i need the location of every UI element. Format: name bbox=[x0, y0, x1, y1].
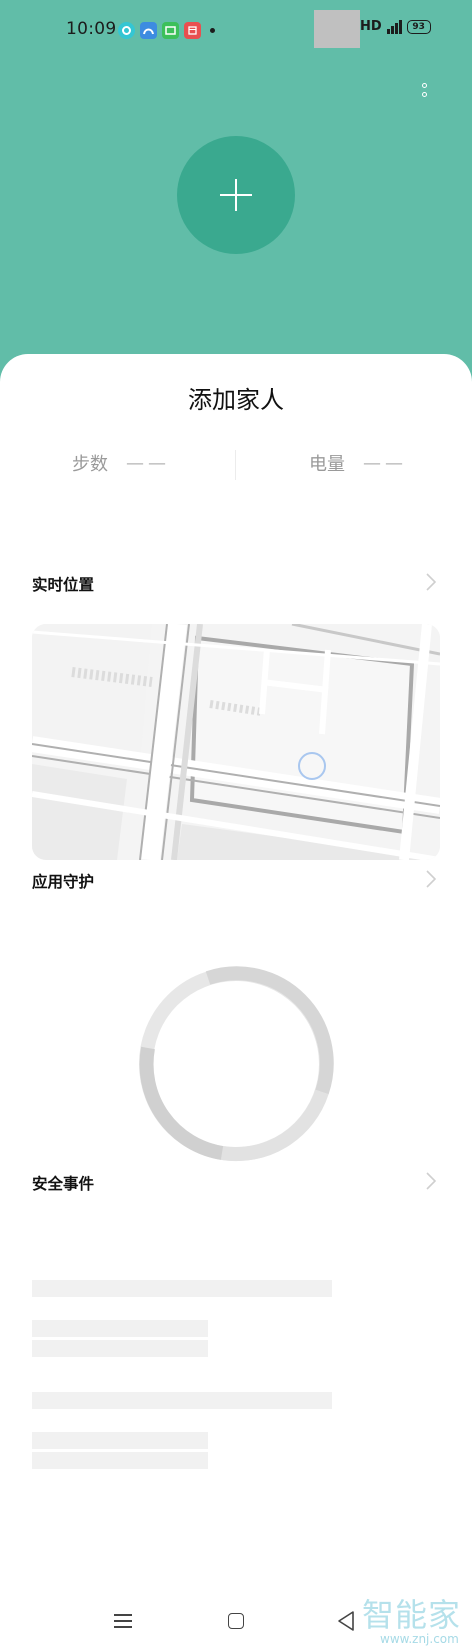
status-indicators: HD 93 bbox=[360, 19, 431, 34]
battery-stat: 电量 —— bbox=[309, 450, 407, 476]
battery-level: 93 bbox=[412, 21, 425, 32]
site-watermark: 智能家 www.znj.com bbox=[360, 1588, 472, 1651]
app-usage-ring-chart bbox=[139, 966, 334, 1162]
home-button[interactable] bbox=[228, 1613, 244, 1629]
security-events-section-title: 安全事件 bbox=[32, 1175, 95, 1193]
page: 10:09 HD 93 添加家人 步数 —— 电量 —— 实时位置 应用守护 安… bbox=[0, 0, 472, 1651]
security-events-chevron-icon[interactable] bbox=[424, 1171, 438, 1191]
recent-apps-button[interactable] bbox=[114, 1614, 132, 1628]
app-guard-section-title: 应用守护 bbox=[32, 873, 95, 891]
more-vertical-icon-dot bbox=[421, 92, 427, 97]
status-time: 10:09 bbox=[66, 19, 117, 39]
steps-stat: 步数 —— bbox=[72, 450, 170, 476]
app-guard-chevron-icon[interactable] bbox=[424, 869, 438, 889]
steps-value: —— bbox=[126, 452, 170, 474]
browser-notification-icon bbox=[140, 21, 157, 39]
signal-icon bbox=[386, 19, 402, 34]
watermark-text: 智能家 bbox=[362, 1596, 462, 1634]
more-notifications-dot bbox=[210, 27, 215, 33]
event-placeholder-line bbox=[32, 1452, 208, 1469]
back-triangle-icon[interactable] bbox=[336, 1610, 356, 1632]
app-notification-icon bbox=[118, 21, 135, 39]
calendar-notification-icon bbox=[184, 21, 201, 39]
stats-divider bbox=[235, 450, 236, 480]
event-placeholder-line bbox=[32, 1340, 208, 1357]
location-section-title: 实时位置 bbox=[32, 576, 95, 594]
more-vertical-icon bbox=[421, 83, 427, 88]
message-notification-icon bbox=[162, 21, 179, 39]
battery-value: —— bbox=[363, 452, 407, 474]
menu-lines-icon bbox=[114, 1614, 132, 1616]
event-placeholder-line bbox=[32, 1392, 332, 1409]
redacted-area bbox=[314, 10, 360, 48]
watermark-url: www.znj.com bbox=[380, 1632, 459, 1646]
notification-icons bbox=[118, 21, 215, 39]
hd-indicator: HD bbox=[360, 19, 382, 34]
steps-label: 步数 bbox=[72, 454, 108, 475]
status-bar: 10:09 HD 93 bbox=[0, 0, 472, 60]
battery-label: 电量 bbox=[309, 454, 345, 475]
location-chevron-icon[interactable] bbox=[424, 572, 438, 592]
location-map[interactable] bbox=[32, 624, 440, 860]
event-placeholder-line bbox=[32, 1432, 208, 1449]
card-title: 添加家人 bbox=[188, 386, 284, 414]
battery-icon: 93 bbox=[406, 19, 431, 34]
event-placeholder-line bbox=[32, 1280, 332, 1297]
add-family-button[interactable] bbox=[177, 136, 295, 254]
family-card: 添加家人 步数 —— 电量 —— 实时位置 应用守护 安全事件 bbox=[0, 354, 472, 1651]
map-illustration bbox=[32, 624, 440, 860]
more-menu-button[interactable] bbox=[414, 78, 434, 102]
event-placeholder-line bbox=[32, 1320, 208, 1337]
